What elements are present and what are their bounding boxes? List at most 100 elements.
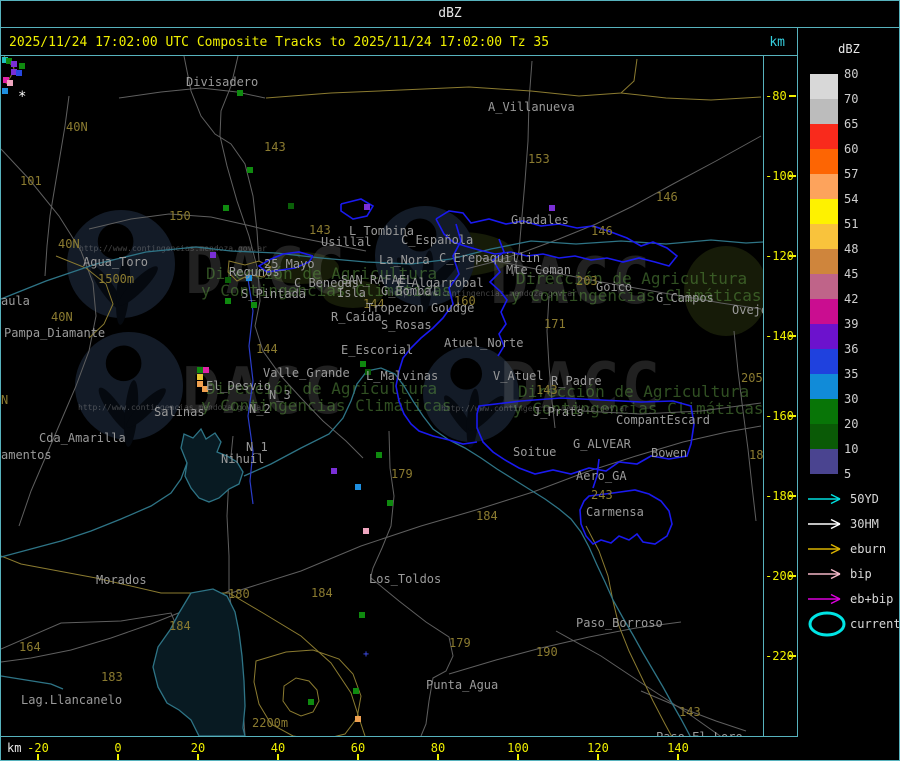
map-route-label: 183 bbox=[101, 670, 123, 684]
map-route-label: 40N bbox=[51, 310, 73, 324]
map-place-label: Soitue bbox=[513, 445, 556, 459]
map-route-label: 1500m bbox=[98, 272, 134, 286]
map-place-label: Goico bbox=[596, 280, 632, 294]
right-axis-tick bbox=[789, 335, 796, 337]
bottom-axis-tick-label: 80 bbox=[430, 741, 446, 755]
map-place-label: Valle_Grande bbox=[263, 366, 350, 380]
storm-cell bbox=[19, 63, 25, 69]
map-place-label: Nihuil bbox=[221, 452, 264, 466]
scale-title: dBZ bbox=[838, 42, 860, 56]
scale-color-block bbox=[810, 124, 838, 149]
river-line bbox=[152, 588, 246, 736]
right-axis-tick-label: -80 bbox=[765, 89, 787, 103]
map-route-label: 184 bbox=[476, 509, 498, 523]
storm-cell bbox=[203, 367, 209, 373]
map-place-label: La_Nora bbox=[379, 253, 430, 267]
scale-tick-label: 80 bbox=[844, 67, 859, 81]
map-route-label: 146 bbox=[591, 224, 613, 238]
map-place-label: S_Rosas bbox=[381, 318, 432, 332]
map-place-label: Mte_Coman bbox=[506, 263, 571, 277]
scale-tick-label: 45 bbox=[844, 267, 859, 281]
map-place-label: G_Bombal bbox=[381, 284, 439, 298]
map-route-label: 171 bbox=[544, 317, 566, 331]
scale-tick-label: 39 bbox=[844, 317, 859, 331]
storm-cell bbox=[360, 361, 366, 367]
map-place-label: Aero_GA bbox=[576, 469, 627, 483]
legend-eburn-arrow-icon bbox=[808, 543, 841, 555]
map-place-label: Carmensa bbox=[586, 505, 644, 519]
legend-30HM-arrow-icon bbox=[808, 518, 841, 530]
map-place-label: Oveje bbox=[732, 303, 763, 317]
bottom-axis-tick-label: 20 bbox=[190, 741, 206, 755]
storm-cell bbox=[7, 80, 13, 86]
route-road-line bbox=[265, 58, 638, 99]
map-place-label: E_Escorial bbox=[341, 343, 413, 357]
map-route-label: 18 bbox=[749, 448, 763, 462]
scale-color-block bbox=[810, 199, 838, 224]
storm-cell bbox=[359, 612, 365, 618]
scale-color-block bbox=[810, 324, 838, 349]
map-place-label: Paso_Borroso bbox=[576, 616, 663, 630]
map-place-label: Guadales bbox=[511, 213, 569, 227]
bottom-axis-tick-label: 140 bbox=[667, 741, 689, 755]
map-place-label: Regunos bbox=[229, 265, 280, 279]
river-line bbox=[1, 675, 64, 690]
map-place-label: G_Campos bbox=[656, 291, 714, 305]
scale-tick-label: 20 bbox=[844, 417, 859, 431]
storm-cell bbox=[355, 716, 361, 722]
scale-color-block bbox=[810, 424, 838, 449]
asterisk-mark: * bbox=[18, 89, 26, 105]
window-title: dBZ bbox=[1, 1, 899, 28]
radar-map-canvas: DACC DACCDACC DACCDirección de Agricultura… bbox=[1, 56, 763, 736]
legend-eb+bip-arrow-icon bbox=[808, 593, 841, 605]
storm-cell bbox=[387, 500, 393, 506]
legend-label: eb+bip bbox=[850, 592, 894, 606]
map-route-label: 179 bbox=[449, 636, 471, 650]
map-route-label: 143 bbox=[264, 140, 286, 154]
storm-cell bbox=[251, 302, 257, 308]
map-route-label: 164 bbox=[19, 640, 41, 654]
map-route-label: 180 bbox=[228, 587, 250, 601]
scale-color-block bbox=[810, 99, 838, 124]
bottom-axis-tick bbox=[117, 754, 119, 760]
scale-color-block bbox=[810, 149, 838, 174]
map-place-label: Atuel_Norte bbox=[444, 336, 523, 350]
map-route-label: 205 bbox=[741, 371, 763, 385]
scale-color-block bbox=[810, 224, 838, 249]
map-place-label: R_Padre bbox=[551, 374, 602, 388]
bottom-axis: km -20 0 20 40 60 80 100 120 140 bbox=[1, 736, 798, 760]
bottom-axis-tick bbox=[37, 754, 39, 760]
storm-cell bbox=[16, 70, 22, 76]
route-road-line bbox=[620, 92, 762, 101]
map-place-label: amentos bbox=[1, 448, 52, 462]
map-place-label: CompantEscard bbox=[616, 413, 710, 427]
map-place-label: Cda_Amarilla bbox=[39, 431, 126, 445]
scale-color-block bbox=[810, 349, 838, 374]
bottom-axis-tick-label: 100 bbox=[507, 741, 529, 755]
map-place-label: C_Española bbox=[401, 233, 473, 247]
scale-color-block bbox=[810, 399, 838, 424]
right-axis-tick bbox=[789, 495, 796, 497]
right-axis-tick bbox=[789, 655, 796, 657]
map-route-label: 40N bbox=[66, 120, 88, 134]
scale-tick-label: 57 bbox=[844, 167, 859, 181]
scale-tick-label: 36 bbox=[844, 342, 859, 356]
map-place-label: N_3 bbox=[269, 388, 291, 402]
scale-tick-label: 65 bbox=[844, 117, 859, 131]
legend-label: eburn bbox=[850, 542, 887, 556]
bottom-axis-tick bbox=[357, 754, 359, 760]
legend-current-ellipse-icon bbox=[808, 611, 846, 637]
storm-cell bbox=[210, 252, 216, 258]
bottom-axis-tick bbox=[197, 754, 199, 760]
status-bar: 2025/11/24 17:02:00 UTC Composite Tracks… bbox=[1, 28, 798, 56]
storm-cell bbox=[225, 298, 231, 304]
scale-tick-label: 35 bbox=[844, 367, 859, 381]
timestamp-text: 2025/11/24 17:02:00 UTC Composite Tracks… bbox=[9, 35, 550, 50]
scale-color-block bbox=[810, 274, 838, 299]
map-place-label: Isla bbox=[337, 286, 366, 300]
scale-color-block bbox=[810, 299, 838, 324]
legend-bip-arrow-icon bbox=[808, 568, 841, 580]
bottom-axis-tick bbox=[517, 754, 519, 760]
map-place-label: Tropezon Goudge bbox=[366, 301, 474, 315]
map-place-label: Bowen bbox=[651, 446, 687, 460]
